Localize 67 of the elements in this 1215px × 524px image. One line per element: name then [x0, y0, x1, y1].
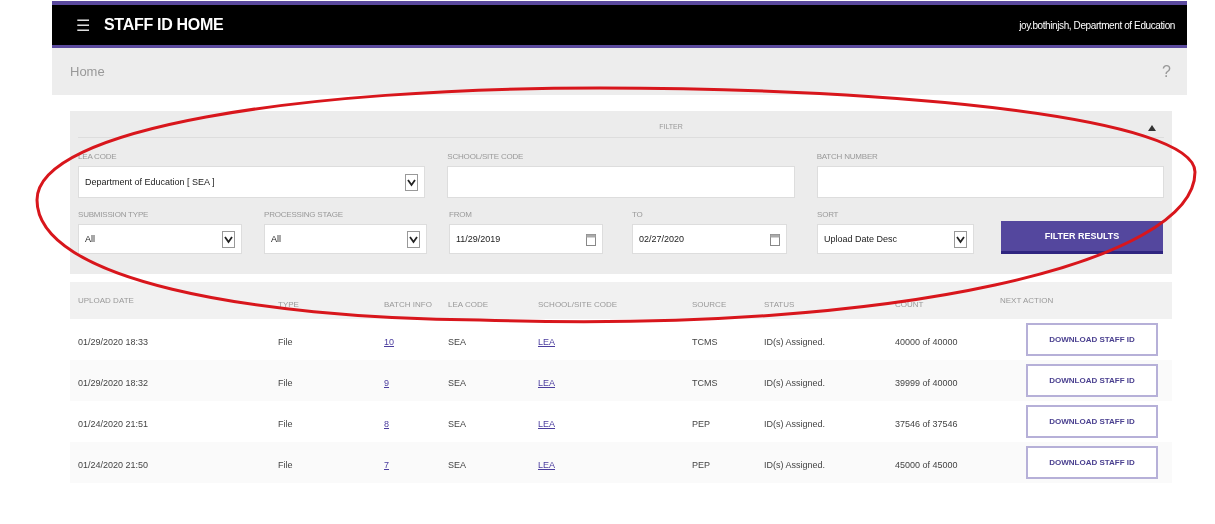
table-cell: ID(s) Assigned. [764, 336, 826, 347]
table-cell: 01/29/2020 18:32 [78, 377, 149, 388]
column-header: LEA CODE [448, 299, 488, 309]
table-cell: SEA [448, 336, 466, 347]
input-field[interactable] [816, 166, 1164, 198]
table-cell: File [278, 418, 293, 429]
table-cell: File [278, 336, 293, 347]
download-button[interactable]: DOWNLOAD STAFF ID [1026, 364, 1158, 397]
column-header: NEXT ACTION [1000, 296, 1054, 305]
table-cell: 40000 of 40000 [895, 336, 958, 347]
table-cell: 01/24/2020 21:50 [78, 459, 149, 470]
table-link[interactable]: LEA [538, 336, 555, 347]
table-link[interactable]: 9 [384, 377, 389, 388]
download-button[interactable]: DOWNLOAD STAFF ID [1026, 446, 1158, 479]
table-cell: 45000 of 45000 [895, 459, 958, 470]
table-cell: ID(s) Assigned. [764, 418, 826, 429]
table-cell: 01/29/2020 18:33 [78, 336, 149, 347]
dropdown[interactable]: All [264, 224, 427, 254]
download-button[interactable]: DOWNLOAD STAFF ID [1026, 323, 1158, 356]
table-cell: 39999 of 40000 [895, 377, 958, 388]
table-link[interactable]: LEA [538, 377, 555, 388]
field-label: FROM [449, 210, 472, 219]
table-cell: File [278, 377, 293, 388]
field-label: SCHOOL/SITE CODE [447, 152, 524, 161]
table-link[interactable]: 8 [384, 418, 389, 429]
filter-results-button[interactable]: FILTER RESULTS [1001, 221, 1163, 254]
dropdown[interactable]: Department of Education [ SEA ] [78, 166, 426, 198]
calendar-icon [770, 232, 780, 246]
collapse-caret-icon[interactable] [1148, 125, 1156, 131]
calendar-icon [586, 232, 596, 246]
table-link[interactable]: LEA [538, 459, 555, 470]
field-label: LEA CODE [78, 152, 117, 161]
column-header: SOURCE [692, 299, 727, 309]
table-cell: SEA [448, 418, 466, 429]
table-link[interactable]: 10 [384, 336, 394, 347]
table-cell: 37546 of 37546 [895, 418, 958, 429]
app-title: STAFF ID HOME [104, 16, 224, 34]
table-cell: File [278, 459, 293, 470]
user-name[interactable]: joy.bothinjsh, Department of Education [1019, 19, 1175, 31]
dropdown[interactable]: Upload Date Desc [817, 224, 974, 254]
download-button[interactable]: DOWNLOAD STAFF ID [1026, 405, 1158, 438]
field-label: SUBMISSION TYPE [78, 210, 149, 219]
table-link[interactable]: 7 [384, 459, 389, 470]
table-cell: ID(s) Assigned. [764, 377, 826, 388]
table-cell: ID(s) Assigned. [764, 459, 826, 470]
column-header: UPLOAD DATE [78, 296, 134, 305]
column-header: TYPE [278, 299, 299, 309]
date-field[interactable]: 02/27/2020 [632, 224, 787, 254]
field-label: PROCESSING STAGE [264, 210, 343, 219]
column-header: STATUS [764, 299, 795, 309]
field-label: TO [632, 210, 643, 219]
table-cell: SEA [448, 377, 466, 388]
input-field[interactable] [447, 166, 795, 198]
table-link[interactable]: LEA [538, 418, 555, 429]
table-cell: PEP [692, 418, 710, 429]
table-cell: SEA [448, 459, 466, 470]
table-cell: TCMS [692, 336, 718, 347]
date-field[interactable]: 11/29/2019 [449, 224, 603, 254]
table-cell: TCMS [692, 377, 718, 388]
column-header: SCHOOL/SITE CODE [538, 299, 618, 309]
column-header: BATCH INFO [384, 299, 432, 309]
field-label: BATCH NUMBER [816, 152, 878, 161]
table-cell: 01/24/2020 21:51 [78, 418, 149, 429]
menu-icon[interactable]: ☰ [76, 15, 90, 35]
dropdown[interactable]: All [78, 224, 242, 254]
field-label: SORT [817, 210, 839, 219]
table-cell: PEP [692, 459, 710, 470]
